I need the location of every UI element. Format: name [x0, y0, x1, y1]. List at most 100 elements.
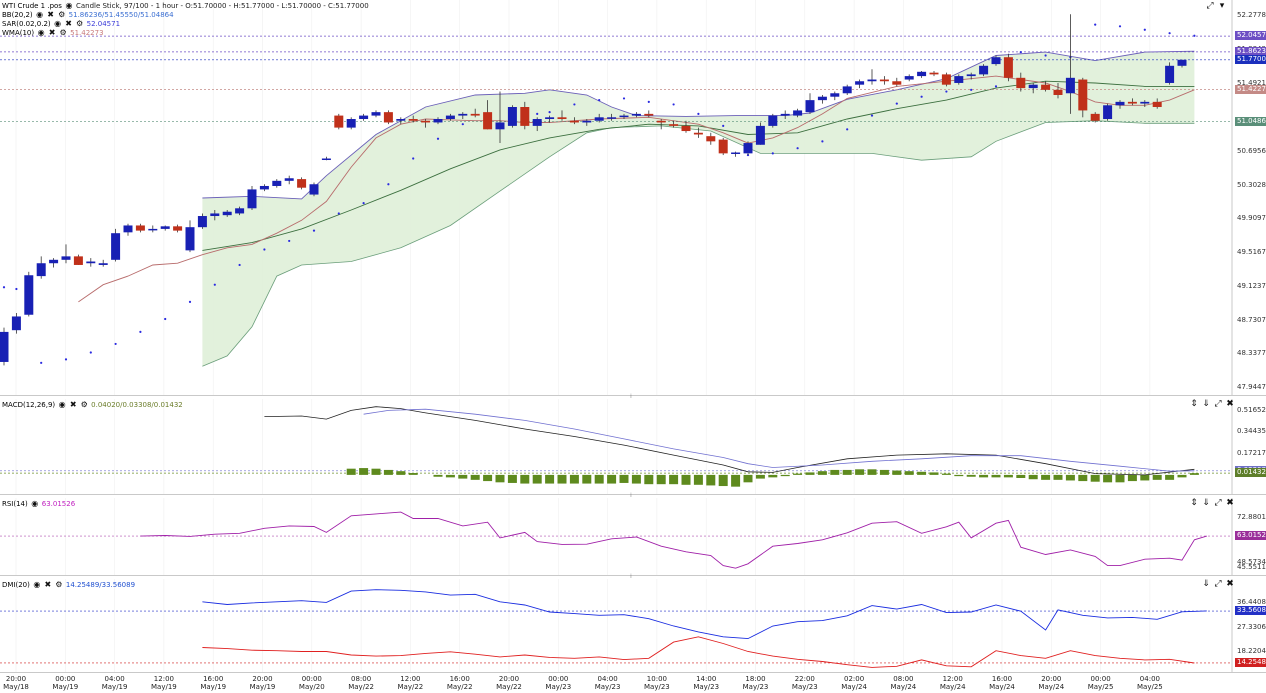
close-icon[interactable]: ✖ [1226, 400, 1234, 409]
move-up-down-icon[interactable]: ⇕ [1190, 400, 1198, 409]
macd-histogram-bar [979, 474, 989, 478]
candle-body [855, 81, 865, 85]
macd-histogram-bar [1090, 474, 1100, 482]
y-tick-label: 0.51652 [1237, 405, 1266, 414]
close-icon[interactable]: ✖ [48, 29, 56, 37]
price-badge: 51.04864 [1235, 116, 1266, 126]
gear-icon[interactable]: ⚙ [80, 401, 88, 409]
legend-row-instrument: WTI Crude 1 .pos ◉ Candle Stick, 97/100 … [2, 2, 369, 11]
candle-body [706, 136, 716, 142]
close-icon[interactable]: ✖ [47, 11, 55, 19]
close-icon[interactable]: ✖ [69, 401, 77, 409]
move-down-icon[interactable]: ⇓ [1202, 400, 1210, 409]
rsi-name: RSI(14) [2, 500, 28, 508]
x-tick-label: 20:00 May/22 [496, 675, 522, 691]
sar-name: SAR(0.02,0.2) [2, 20, 51, 28]
expand-icon[interactable]: ⤢ [1214, 580, 1222, 589]
candle-body [904, 76, 914, 80]
candle-body [929, 72, 939, 75]
macd-histogram-bar [904, 471, 914, 475]
sar-dot [994, 85, 998, 88]
dmi-chart[interactable] [0, 579, 1266, 672]
candle-body [383, 112, 393, 123]
candle-body [1078, 79, 1088, 111]
candle-body [805, 100, 815, 113]
sar-dot [238, 263, 241, 267]
visibility-icon[interactable]: ◉ [54, 20, 62, 28]
x-tick-label: 00:00 May/20 [298, 675, 325, 691]
candle-body [1177, 59, 1187, 66]
candle-body [768, 115, 778, 126]
macd-histogram-bar [966, 474, 976, 477]
y-tick-label: 27.33066 [1237, 622, 1266, 631]
candle-body [160, 226, 170, 229]
dmi-values: 14.25489/33.56089 [65, 581, 136, 589]
y-tick-label: 0.17217 [1237, 448, 1266, 457]
visibility-icon[interactable]: ◉ [31, 500, 39, 508]
move-up-down-icon[interactable]: ⇕ [1190, 499, 1198, 508]
y-tick-label: 18.22044 [1237, 647, 1266, 656]
sar-dot [895, 102, 898, 105]
macd-histogram-bar [408, 473, 418, 475]
candle-body [1165, 65, 1175, 83]
macd-histogram-bar [855, 469, 865, 475]
sar-dot [213, 283, 216, 286]
macd-histogram-bar [656, 474, 666, 485]
macd-histogram-bar [520, 474, 530, 484]
price-badge: 51.77000 [1235, 54, 1266, 64]
close-icon[interactable]: ✖ [44, 581, 52, 589]
macd-histogram-bar [681, 474, 691, 485]
macd-line [264, 406, 1195, 476]
y-tick-label: 49.12373 [1237, 281, 1266, 290]
sar-dot [1118, 25, 1122, 28]
visibility-icon[interactable]: ◉ [37, 29, 45, 37]
close-icon[interactable]: ✖ [65, 20, 73, 28]
gear-icon[interactable]: ⚙ [59, 29, 67, 37]
price-badge: 14.25489 [1235, 657, 1266, 667]
candle-body [507, 107, 517, 126]
sar-dot [1044, 54, 1047, 57]
candle-body [1090, 113, 1100, 121]
visibility-icon[interactable]: ◉ [36, 11, 44, 19]
gear-icon[interactable]: ⚙ [55, 581, 63, 589]
rsi-chart[interactable] [0, 498, 1266, 575]
gear-icon[interactable]: ⚙ [58, 11, 66, 19]
sar-dot [114, 342, 117, 346]
sar-dot [337, 212, 340, 215]
visibility-icon[interactable]: ◉ [58, 401, 66, 409]
dropdown-icon[interactable]: ▾ [1218, 2, 1226, 11]
sar-dot [461, 123, 464, 126]
sar-dot [164, 317, 167, 321]
price-badge: 0.01432 [1235, 468, 1266, 478]
sar-dot [436, 137, 440, 140]
expand-icon[interactable]: ⤢ [1206, 2, 1214, 11]
close-icon[interactable]: ✖ [1226, 580, 1234, 589]
candle-body [917, 71, 927, 77]
macd-histogram-bar [941, 473, 951, 475]
move-down-icon[interactable]: ⇓ [1202, 580, 1210, 589]
candle-body [545, 117, 555, 120]
macd-histogram-bar [706, 474, 716, 486]
macd-histogram-bar [1003, 474, 1013, 478]
x-tick-label: 12:00 May/22 [397, 675, 424, 691]
expand-icon[interactable]: ⤢ [1214, 499, 1222, 508]
expand-icon[interactable]: ⤢ [1214, 400, 1222, 409]
macd-histogram-bar [545, 474, 555, 484]
price-chart[interactable] [0, 0, 1266, 395]
gear-icon[interactable]: ⚙ [76, 20, 84, 28]
sar-dot [89, 351, 92, 354]
macd-histogram-bar [495, 474, 505, 483]
x-tick-label: 08:00 May/24 [890, 675, 917, 691]
macd-chart[interactable] [0, 399, 1266, 494]
candle-body [743, 143, 753, 154]
macd-histogram-bar [1078, 474, 1088, 482]
macd-histogram-bar [346, 468, 356, 475]
candle-body [607, 117, 617, 119]
legend-row-bb: BB(20,2) ◉ ✖ ⚙ 51.86236/51.45550/51.0486… [2, 11, 174, 20]
close-icon[interactable]: ✖ [1226, 499, 1234, 508]
candle-body [483, 112, 493, 130]
rsi-panel-controls: ⇕ ⇓ ⤢ ✖ [1190, 499, 1234, 508]
visibility-icon[interactable]: ◉ [65, 2, 73, 10]
visibility-icon[interactable]: ◉ [33, 581, 41, 589]
move-down-icon[interactable]: ⇓ [1202, 499, 1210, 508]
